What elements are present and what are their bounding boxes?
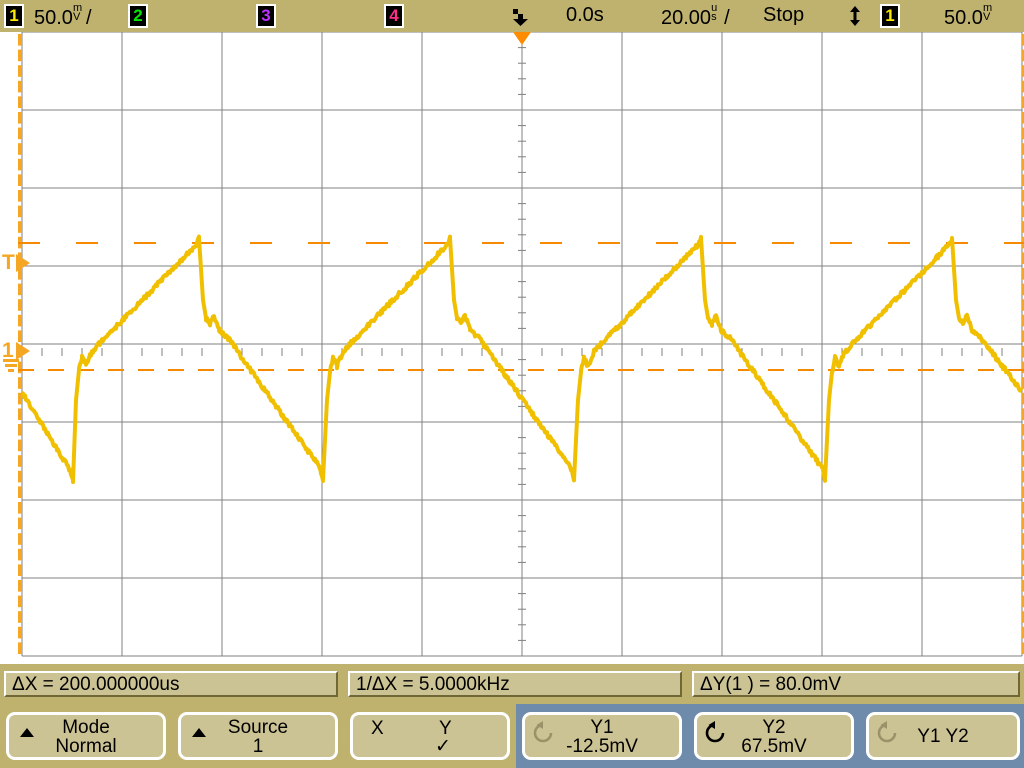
channel-2-badge[interactable]: 2 [128,4,148,28]
softkey-y1-title: Y1 [590,717,614,738]
top-status-bar: 1 50.0 m V/ 2 3 4 0.0s 20.00 u s / Stop 1 50.… [0,0,1024,32]
measurement-bar: ΔX = 200.000000us 1/ΔX = 5.0000kHz ΔY(1 … [0,664,1024,704]
millivolt-unit-glyph: mV [72,2,83,23]
trigger-position-marker[interactable] [513,32,531,45]
softkey-source[interactable]: Source 1 [178,712,338,760]
softkey-frame-source: Source 1 [172,704,344,768]
softkey-frame-y2: Y2 67.5mV [688,704,860,768]
trigger-level-marker-label[interactable]: T [2,252,15,273]
softkey-mode[interactable]: Mode Normal [6,712,166,760]
softkey-xy-x-label[interactable]: X [371,718,384,740]
cursor-lines[interactable] [18,242,1024,371]
softkey-y2-title: Y2 [762,717,786,738]
up-down-arrow-icon [848,6,862,26]
ch1-scale-suffix: / [85,7,92,29]
softkey-source-value: 1 [252,736,264,757]
softkey-frame-y1y2: Y1 Y2 [860,704,1024,768]
time-delay-value: 0.0s [566,4,604,26]
waveform-graticule[interactable]: T 1 [0,32,1024,664]
softkey-xy[interactable]: X Y ✓ [350,712,510,760]
measurement-delta-x[interactable]: ΔX = 200.000000us [4,671,338,697]
softkey-y1y2-title: Y1 Y2 [917,726,969,747]
ground-symbol-icon [3,359,19,372]
softkey-mode-title: Mode [62,717,110,738]
softkey-frame-xy: X Y ✓ [344,704,516,768]
millivolt-unit-glyph-2: mV [982,2,993,23]
softkey-cursor-y1y2[interactable]: Y1 Y2 [866,712,1020,760]
channel-3-badge[interactable]: 3 [256,4,276,28]
ch1-vertical-scale: 50.0 m V / [34,2,92,30]
measurement-inv-delta-x[interactable]: 1/ΔX = 5.0000kHz [348,671,682,697]
softkey-cursor-y1[interactable]: Y1 -12.5mV [522,712,682,760]
graticule-svg [18,32,1024,657]
softkey-frame-y1: Y1 -12.5mV [516,704,688,768]
trigger-level-marker-arrow[interactable] [16,254,30,272]
ch1-scale-value: 50.0 [34,7,73,29]
trigger-level-number: 50.0 [944,7,983,29]
softkey-row: Mode Normal Source 1 X Y ✓ Y1 -12.5mV Y2… [0,704,1024,768]
timebase-value: 20.00 [661,7,712,29]
channel-4-badge[interactable]: 4 [384,4,404,28]
oscilloscope-screen: 1 50.0 m V/ 2 3 4 0.0s 20.00 u s / Stop 1 50.… [0,0,1024,768]
softkey-xy-checkmark: ✓ [435,736,451,757]
channel-1-badge[interactable]: 1 [4,4,24,28]
timebase-suffix: / [724,7,730,29]
softkey-mode-value: Normal [55,736,117,757]
softkey-y2-value: 67.5mV [741,736,807,757]
falling-edge-icon [511,6,533,26]
softkey-source-title: Source [227,717,289,738]
softkey-frame-mode: Mode Normal [0,704,172,768]
timebase-scale: 20.00 u s / [661,2,730,30]
run-state-label: Stop [763,4,805,26]
measurement-delta-y[interactable]: ΔY(1 ) = 80.0mV [692,671,1020,697]
softkey-cursor-y2[interactable]: Y2 67.5mV [694,712,854,760]
softkey-y1-value: -12.5mV [566,736,638,757]
trigger-level-value: 50.0 m V [944,2,996,30]
trigger-source-badge[interactable]: 1 [880,4,900,28]
microsecond-unit-glyph: us [711,2,718,23]
